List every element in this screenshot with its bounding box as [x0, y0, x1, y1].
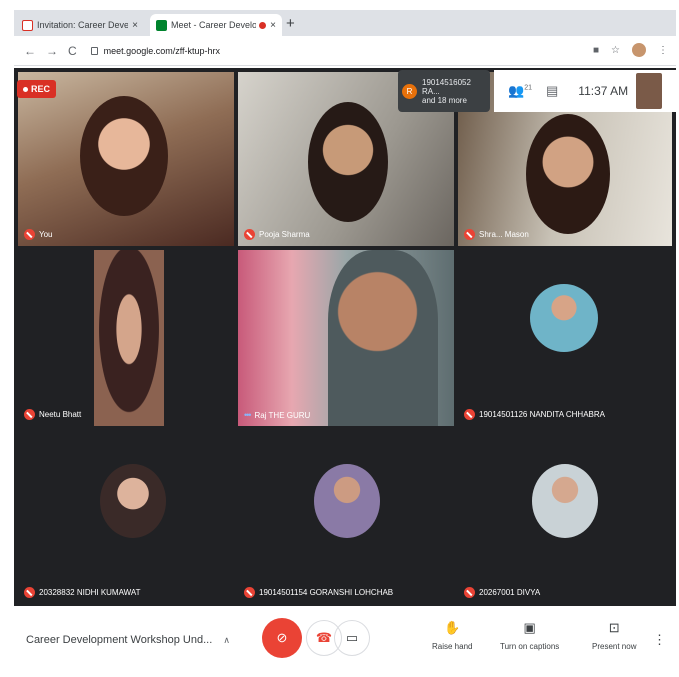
- muted-mic-icon: [24, 229, 35, 240]
- camera-toggle-button[interactable]: ▭: [334, 620, 370, 656]
- gmail-icon: [22, 19, 33, 31]
- rec-label: REC: [31, 84, 51, 94]
- mic-off-icon: ⊘: [276, 630, 288, 645]
- captions-button[interactable]: ▣ Turn on captions: [500, 620, 559, 651]
- participant-avatar: [530, 284, 598, 352]
- meeting-time: 11:37 AM: [578, 84, 629, 98]
- reload-icon[interactable]: C: [68, 44, 77, 58]
- raise-hand-label: Raise hand: [432, 642, 473, 651]
- meeting-controls-bar: Career Development Workshop Und... ∧ ⊘ ☎…: [14, 606, 676, 670]
- tab-strip: Invitation: Career Developme × Meet - Ca…: [14, 10, 676, 36]
- participant-name: 19014501126 NANDITA CHHABRA: [479, 410, 605, 419]
- address-bar: ← → C meet.google.com/zff-ktup-hrx ■ ☆ ⋮: [14, 36, 676, 66]
- present-now-button[interactable]: ⊡ Present now: [592, 620, 636, 651]
- participant-video: [94, 250, 164, 426]
- browser-menu-icon[interactable]: ⋮: [658, 45, 668, 56]
- participant-avatar: [100, 464, 166, 538]
- camera-permission-icon[interactable]: ■: [593, 45, 599, 56]
- raise-hand-button[interactable]: ✋ Raise hand: [432, 620, 472, 651]
- meet-video-grid: You Pooja Sharma Shra... Mason Neetu Bha…: [14, 68, 676, 606]
- present-label: Present now: [592, 642, 637, 651]
- more-options-icon[interactable]: ⋮: [653, 632, 666, 648]
- back-icon[interactable]: ←: [24, 44, 36, 58]
- participant-tile[interactable]: You: [18, 72, 234, 246]
- participant-name: 20267001 DIVYA: [479, 588, 541, 597]
- participant-name: 19014501154 GORANSHI LOHCHAB: [259, 588, 394, 597]
- muted-mic-icon: [24, 587, 35, 598]
- tab-title: Meet - Career Developme: [171, 20, 257, 30]
- participant-tile[interactable]: 19014501154 GORANSHI LOHCHAB: [238, 430, 454, 604]
- meeting-title: Career Development Workshop Und...: [26, 634, 213, 646]
- participant-avatar: [532, 464, 598, 538]
- muted-mic-icon: [244, 587, 255, 598]
- chat-icon[interactable]: ▤: [546, 83, 558, 99]
- hang-up-icon: ☎: [315, 630, 333, 645]
- forward-icon[interactable]: →: [46, 44, 58, 58]
- participant-name: Neetu Bhatt: [39, 410, 82, 419]
- url-text: meet.google.com/zff-ktup-hrx: [103, 45, 221, 56]
- self-view-thumbnail[interactable]: [636, 73, 663, 109]
- meet-icon: [156, 19, 167, 31]
- present-icon: ⊡: [608, 620, 620, 635]
- tab-invitation[interactable]: Invitation: Career Developme ×: [16, 14, 144, 36]
- participant-tile[interactable]: ••• Raj THE GURU: [238, 250, 454, 426]
- speaking-indicator-icon: •••: [244, 410, 252, 420]
- record-dot-icon: [23, 86, 28, 92]
- participant-name: Raj THE GURU: [254, 410, 311, 420]
- participant-tile[interactable]: 20267001 DIVYA: [458, 430, 672, 604]
- notification-line2: and 18 more: [422, 95, 467, 105]
- meeting-details-button[interactable]: Career Development Workshop Und... ∧: [26, 634, 230, 646]
- participant-tile[interactable]: Neetu Bhatt: [18, 250, 234, 426]
- participant-video: [526, 114, 610, 234]
- tab-title: Invitation: Career Developme: [37, 20, 129, 30]
- url-field[interactable]: meet.google.com/zff-ktup-hrx: [90, 45, 221, 56]
- participant-avatar: [314, 464, 380, 538]
- notification-line1: 19014516052 RA...: [422, 77, 471, 96]
- microphone-toggle-button[interactable]: ⊘: [262, 618, 302, 658]
- notification-avatar: R: [402, 83, 417, 99]
- participant-video: [80, 96, 168, 216]
- people-icon[interactable]: 👥21: [508, 83, 532, 99]
- close-icon[interactable]: ×: [132, 20, 138, 31]
- muted-mic-icon: [464, 409, 475, 420]
- recording-badge: REC: [17, 80, 57, 98]
- join-notification[interactable]: R 19014516052 RA... and 18 more: [398, 70, 490, 112]
- muted-mic-icon: [24, 409, 35, 420]
- address-bar-actions: ■ ☆ ⋮: [593, 43, 668, 57]
- close-icon[interactable]: ×: [270, 20, 276, 31]
- captions-label: Turn on captions: [500, 642, 560, 651]
- lock-icon: [90, 46, 98, 55]
- participant-video: [308, 102, 388, 222]
- participant-name: 20328832 NIDHI KUMAWAT: [39, 588, 141, 597]
- captions-icon: ▣: [523, 620, 536, 635]
- meet-top-controls: 👥21 ▤ 11:37 AM: [494, 70, 676, 112]
- participant-video: [328, 250, 438, 426]
- participant-tile[interactable]: 20328832 NIDHI KUMAWAT: [18, 430, 234, 604]
- profile-avatar[interactable]: [632, 43, 646, 57]
- muted-mic-icon: [464, 229, 475, 240]
- participant-tile[interactable]: 19014501126 NANDITA CHHABRA: [458, 250, 672, 426]
- new-tab-button[interactable]: +: [286, 15, 295, 32]
- muted-mic-icon: [464, 587, 475, 598]
- tab-meet[interactable]: Meet - Career Developme ×: [150, 14, 282, 36]
- camera-icon: ▭: [345, 630, 359, 645]
- chevron-up-icon: ∧: [223, 635, 230, 645]
- participants-count: 21: [524, 84, 532, 92]
- muted-mic-icon: [244, 229, 255, 240]
- recording-dot-icon: [259, 21, 267, 29]
- participant-name: You: [39, 230, 53, 239]
- participant-name: Pooja Sharma: [259, 230, 310, 239]
- bookmark-star-icon[interactable]: ☆: [611, 45, 620, 56]
- participant-name: Shra... Mason: [479, 230, 529, 239]
- hand-icon: ✋: [444, 620, 461, 635]
